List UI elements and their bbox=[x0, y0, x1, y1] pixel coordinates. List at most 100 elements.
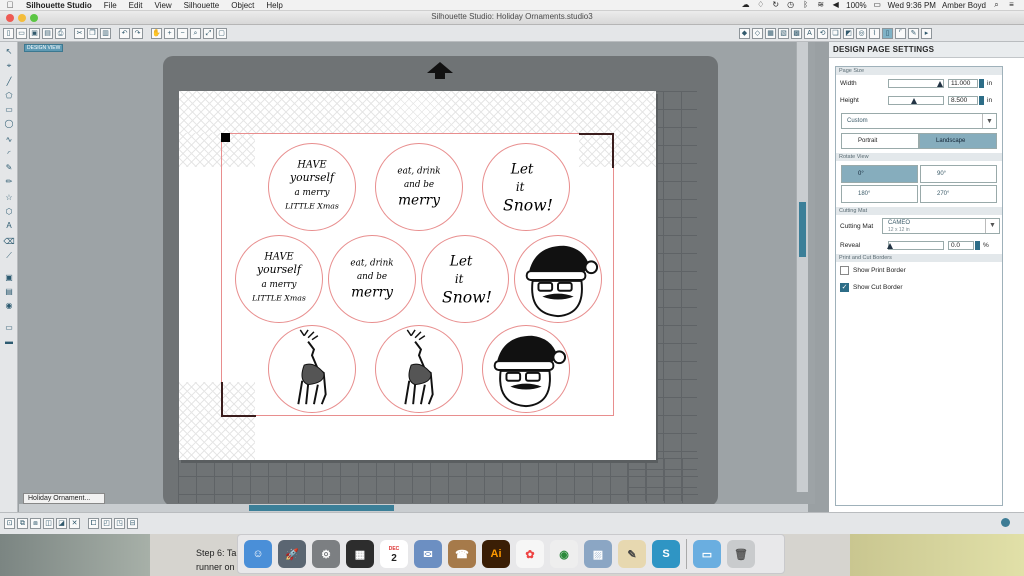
weld-icon[interactable]: ⧠ bbox=[88, 518, 99, 529]
library-view-icon[interactable]: ▤ bbox=[3, 286, 15, 297]
wifi-icon[interactable]: ≋ bbox=[816, 1, 825, 9]
launchpad-icon[interactable]: 🚀 bbox=[278, 540, 306, 568]
arc-tool-icon[interactable]: ◜ bbox=[3, 148, 15, 159]
registration-marks-icon[interactable]: ⌜ bbox=[895, 28, 906, 39]
show-print-border-checkbox[interactable] bbox=[840, 266, 849, 275]
zoom-select-icon[interactable]: ⌕ bbox=[190, 27, 201, 39]
calendar-icon[interactable]: DEC 2 bbox=[380, 540, 408, 568]
spotlight-icon[interactable]: ⌕ bbox=[992, 1, 1001, 9]
print-icon[interactable]: ⎙ bbox=[55, 27, 66, 39]
clock[interactable]: Wed 9:36 PM bbox=[888, 1, 936, 10]
design-canvas[interactable]: DESIGN VIEW HAVE yourself a merry LITTLE… bbox=[19, 42, 815, 506]
zoom-out-icon[interactable]: − bbox=[177, 27, 188, 39]
fill-pattern-icon[interactable]: ▩ bbox=[791, 28, 802, 39]
ornament-have-yourself[interactable]: HAVE yourself a merry LITTLE Xmas bbox=[268, 143, 356, 231]
offset-bottom-icon[interactable]: ◰ bbox=[101, 518, 112, 529]
knife-tool-icon[interactable]: ⟋ bbox=[3, 250, 15, 261]
height-slider[interactable] bbox=[888, 96, 944, 105]
width-input[interactable]: 11.000 bbox=[948, 79, 978, 88]
horizontal-scrollbar[interactable] bbox=[19, 504, 808, 512]
select-all-icon[interactable]: ⊡ bbox=[4, 518, 15, 529]
knife-bottom-icon[interactable]: ⊟ bbox=[127, 518, 138, 529]
save-icon[interactable]: ▣ bbox=[29, 27, 40, 39]
menu-view[interactable]: View bbox=[148, 1, 177, 10]
silhouette-studio-icon[interactable]: S bbox=[652, 540, 680, 568]
design-page[interactable]: HAVE yourself a merry LITTLE Xmas eat, d… bbox=[179, 91, 656, 460]
regular-polygon-icon[interactable]: ⬡ bbox=[3, 206, 15, 217]
textedit-icon[interactable]: ✎ bbox=[618, 540, 646, 568]
user-name[interactable]: Amber Boyd bbox=[942, 1, 986, 10]
height-input[interactable]: 8.500 bbox=[948, 96, 978, 105]
ornament-santa[interactable] bbox=[514, 235, 602, 323]
ornament-eat-drink-merry[interactable]: eat, drink and be merry bbox=[375, 143, 463, 231]
text-style-icon[interactable]: A bbox=[804, 28, 815, 39]
undo-icon[interactable]: ↶ bbox=[119, 27, 130, 39]
line-color-icon[interactable]: ◇ bbox=[752, 28, 763, 39]
width-slider-knob[interactable] bbox=[937, 81, 943, 87]
transform-icon[interactable]: ⟲ bbox=[817, 28, 828, 39]
curve-tool-icon[interactable]: ∿ bbox=[3, 134, 15, 145]
menu-edit[interactable]: Edit bbox=[123, 1, 149, 10]
rotate-90-button[interactable]: 90° bbox=[920, 165, 997, 183]
text-tool-icon[interactable]: A bbox=[3, 220, 15, 231]
reveal-input[interactable]: 0.0 bbox=[948, 241, 974, 250]
battery-percent[interactable]: 100% bbox=[846, 1, 866, 10]
freehand-tool-icon[interactable]: ✎ bbox=[3, 162, 15, 173]
volume-icon[interactable]: ◀ bbox=[831, 1, 840, 9]
modify-icon[interactable]: ◩ bbox=[843, 28, 854, 39]
document-tab[interactable]: Holiday Ornament... bbox=[23, 493, 105, 504]
cut-icon[interactable]: ✂ bbox=[74, 27, 85, 39]
pencil-tool-icon[interactable]: ✏ bbox=[3, 176, 15, 187]
finder-icon[interactable]: ☺ bbox=[244, 540, 272, 568]
redo-icon[interactable]: ↷ bbox=[132, 27, 143, 39]
eraser-tool-icon[interactable]: ⌫ bbox=[3, 236, 15, 247]
system-preferences-icon[interactable]: ⚙ bbox=[312, 540, 340, 568]
menu-app-name[interactable]: Silhouette Studio bbox=[20, 1, 98, 10]
notification-center-icon[interactable]: ≡ bbox=[1007, 1, 1016, 9]
ungroup-icon[interactable]: ⧈ bbox=[30, 518, 41, 529]
landscape-button[interactable]: Landscape bbox=[919, 133, 997, 149]
rectangle-tool-icon[interactable]: ▭ bbox=[3, 104, 15, 115]
menu-help[interactable]: Help bbox=[260, 1, 288, 10]
delete-icon[interactable]: ✕ bbox=[69, 518, 80, 529]
library-icon[interactable]: ▤ bbox=[42, 27, 53, 39]
vertical-scrollbar[interactable] bbox=[796, 42, 808, 492]
rotate-180-button[interactable]: 180° bbox=[841, 185, 918, 203]
cut-settings-icon[interactable]: ✎ bbox=[908, 28, 919, 39]
page-setup-icon[interactable]: ▯ bbox=[882, 28, 893, 39]
line-tool-icon[interactable]: ╱ bbox=[3, 76, 15, 87]
select-tool-icon[interactable]: ↖ bbox=[3, 46, 15, 57]
reveal-slider[interactable] bbox=[887, 241, 944, 250]
show-cut-border-checkbox[interactable]: ✓ bbox=[840, 283, 849, 292]
menu-file[interactable]: File bbox=[98, 1, 123, 10]
online-store-icon[interactable]: ◉ bbox=[3, 300, 15, 311]
ornament-eat-drink-merry[interactable]: eat, drink and be merry bbox=[328, 235, 416, 323]
time-machine-icon[interactable]: ◷ bbox=[786, 1, 795, 9]
illustrator-icon[interactable]: Ai bbox=[482, 540, 510, 568]
page-size-dropdown[interactable]: Custom ▼ bbox=[841, 113, 997, 129]
line-style-icon[interactable]: ▦ bbox=[765, 28, 776, 39]
pan-icon[interactable]: ✋ bbox=[151, 27, 162, 39]
new-document-icon[interactable]: ▯ bbox=[3, 27, 14, 39]
battery-icon[interactable]: ▭ bbox=[873, 1, 882, 9]
reveal-stepper[interactable] bbox=[975, 241, 980, 250]
rotate-0-button[interactable]: 0° bbox=[841, 165, 918, 183]
fill-color-icon[interactable]: ◆ bbox=[739, 28, 750, 39]
copy-icon[interactable]: ❐ bbox=[87, 27, 98, 39]
group-icon[interactable]: ⧉ bbox=[17, 518, 28, 529]
trace-icon[interactable]: ⌇ bbox=[869, 28, 880, 39]
sync-icon[interactable]: ↻ bbox=[771, 1, 780, 9]
ornament-let-it-snow[interactable]: Let it Snow! bbox=[421, 235, 509, 323]
reveal-slider-knob[interactable] bbox=[887, 243, 893, 249]
ornament-have-yourself[interactable]: HAVE yourself a merry LITTLE Xmas bbox=[235, 235, 323, 323]
fit-to-window-icon[interactable]: ▢ bbox=[216, 27, 227, 39]
vertical-scroll-thumb[interactable] bbox=[799, 202, 806, 257]
design-view-icon[interactable]: ▣ bbox=[3, 272, 15, 283]
trace-bottom-icon[interactable]: ◳ bbox=[114, 518, 125, 529]
trash-icon[interactable]: 🗑 bbox=[727, 540, 755, 568]
height-stepper[interactable] bbox=[979, 96, 984, 105]
offset-icon[interactable]: ◎ bbox=[856, 28, 867, 39]
lightbulb-icon[interactable]: ♢ bbox=[756, 1, 765, 9]
gear-icon[interactable] bbox=[1001, 518, 1010, 527]
photos-icon[interactable]: ✿ bbox=[516, 540, 544, 568]
